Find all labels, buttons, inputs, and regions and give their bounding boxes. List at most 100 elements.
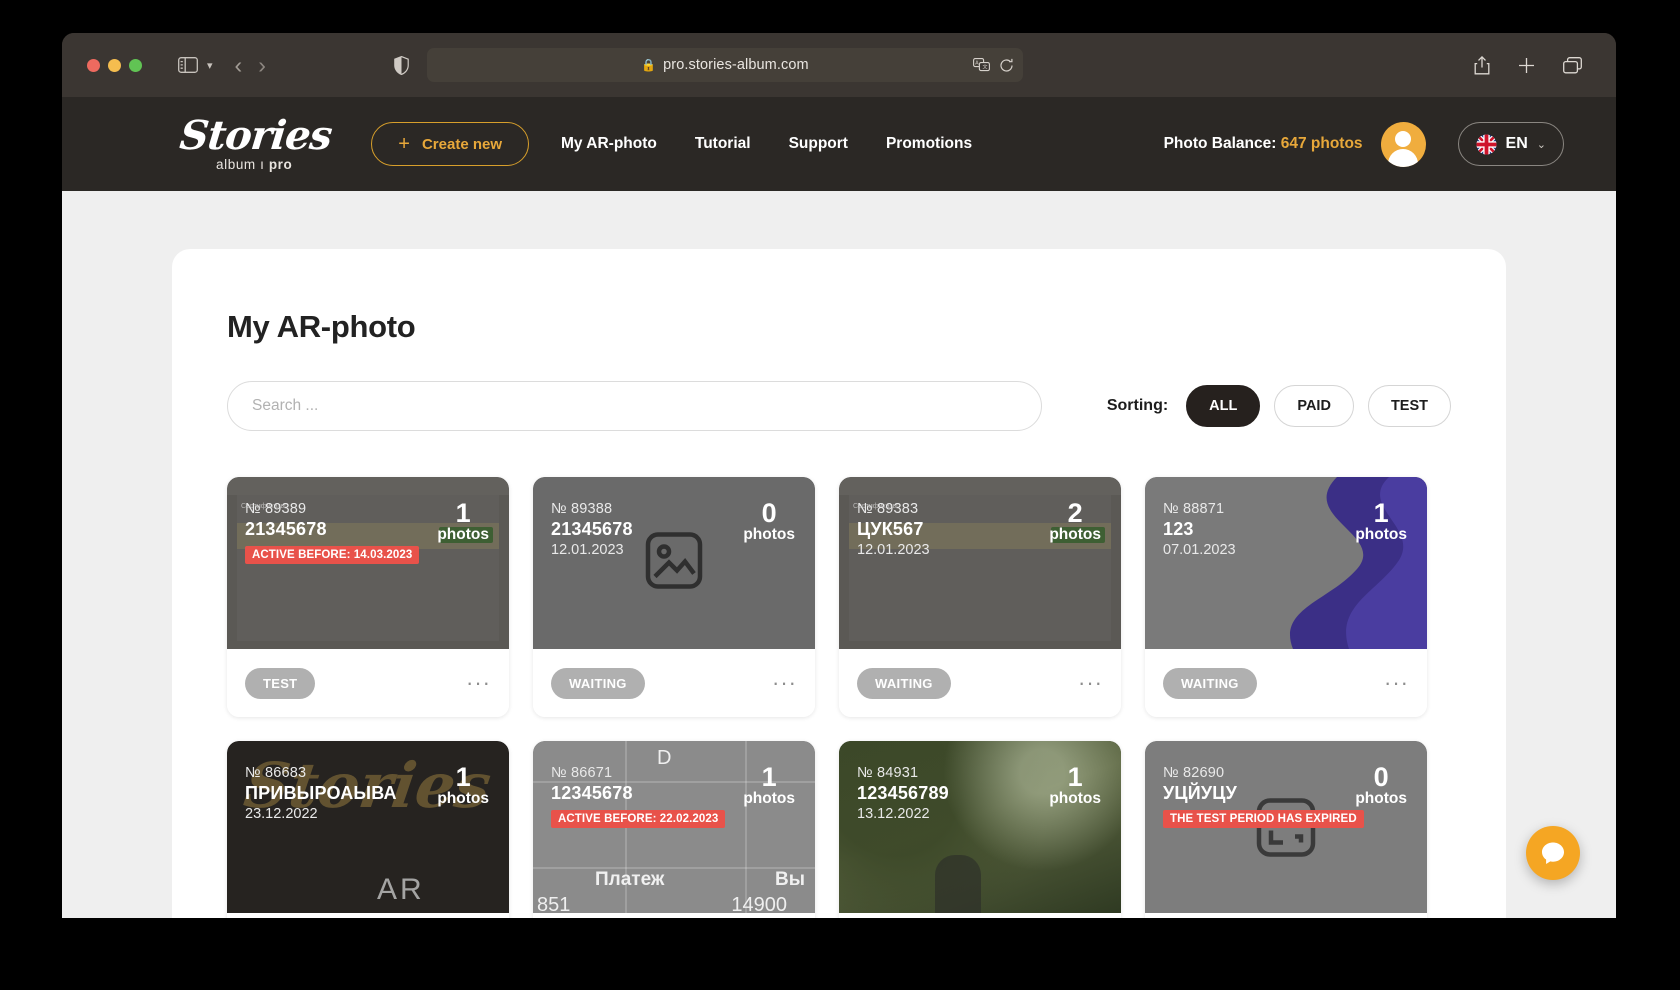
sort-filter-test[interactable]: TEST [1367,385,1451,427]
card-photo-count: 1 photos [1355,499,1407,544]
card-menu-button[interactable]: ··· [466,672,491,694]
card-count-word: photos [1049,526,1101,544]
card-count-word: photos [437,526,489,544]
header-right-group: Photo Balance: 647 photos EN ⌄ [1164,121,1564,167]
card-footer: ··· [1145,913,1427,918]
card-date: 23.12.2022 [245,806,318,822]
ar-photo-card[interactable]: № 82690 УЦЙУЦУ THE TEST PERIOD HAS EXPIR… [1145,741,1427,918]
card-menu-button[interactable]: ··· [772,672,797,694]
doc-number-1: 851 [537,894,571,913]
card-number: № 88871 [1163,501,1225,517]
photo-balance: Photo Balance: 647 photos [1164,135,1363,153]
sidebar-toggle-icon[interactable] [178,57,198,73]
controls-row: Sorting: ALL PAID TEST [227,381,1451,431]
language-selector[interactable]: EN ⌄ [1457,122,1564,166]
close-window-button[interactable] [87,58,100,72]
card-photo-count: 1 photos [1049,763,1101,808]
language-label: EN [1505,135,1528,152]
card-thumbnail: № 88871 123 07.01.2023 1 photos [1145,477,1427,649]
address-bar[interactable]: 🔒 pro.stories-album.com A 文 [426,48,1023,82]
card-count-number: 2 [1067,498,1083,528]
ar-photo-card[interactable]: № 84931 123456789 13.12.2022 1 photos ··… [839,741,1121,918]
privacy-shield-icon[interactable] [394,55,409,75]
status-badge: WAITING [551,667,645,699]
intercom-launcher-button[interactable] [1526,826,1580,880]
zoom-window-button[interactable] [129,58,142,72]
card-footer: ··· [839,913,1121,918]
nav-item-tutorial[interactable]: Tutorial [695,135,751,153]
card-number: № 89383 [857,501,919,517]
ar-photo-card[interactable]: № 88871 123 07.01.2023 1 photos WAITING … [1145,477,1427,717]
nav-item-support[interactable]: Support [789,135,848,153]
page-body: My AR-photo Sorting: ALL PAID TEST [62,191,1616,918]
logo-wordmark: Stories [177,111,334,159]
card-date: 07.01.2023 [1163,542,1236,558]
nav-item-my-ar-photo[interactable]: My AR-photo [561,135,657,153]
card-photo-count: 0 photos [743,499,795,544]
card-thumbnail: D Платеж Вы 851 14900 № 86671 12345678 A… [533,741,815,913]
card-menu-button[interactable]: ··· [1078,672,1103,694]
card-count-number: 1 [1067,762,1083,792]
sorting-label: Sorting: [1106,397,1169,414]
tab-overview-icon[interactable] [1563,56,1582,74]
card-number: № 86671 [551,765,613,781]
card-number: № 84931 [857,765,919,781]
site-logo[interactable]: Stories album ı pro [177,111,334,172]
chevron-down-icon: ⌄ [1536,138,1546,151]
sort-filter-all[interactable]: ALL [1186,385,1261,427]
card-footer: WAITING ··· [533,649,815,717]
url-display: 🔒 pro.stories-album.com [641,57,809,73]
card-meta: № 86683 ПРИВЫРОАЫВА 23.12.2022 [245,765,397,822]
card-menu-button[interactable]: ··· [1384,672,1409,694]
share-icon[interactable] [1474,55,1490,75]
card-number: № 89389 [245,501,307,517]
ar-photo-card[interactable]: № 89388 21345678 12.01.2023 0 photos WAI… [533,477,815,717]
new-tab-button[interactable] [1518,57,1535,74]
card-count-word: photos [743,526,795,544]
ar-photo-card[interactable]: D Платеж Вы 851 14900 № 86671 12345678 A… [533,741,815,918]
create-new-button[interactable]: + Create new [371,122,530,166]
card-photo-count: 1 photos [437,499,489,544]
card-thumbnail: № 82690 УЦЙУЦУ THE TEST PERIOD HAS EXPIR… [1145,741,1427,913]
card-name: ЦУК567 [857,519,924,539]
reload-icon[interactable] [999,58,1014,73]
main-nav: My AR-photo Tutorial Support Promotions [561,135,972,153]
forward-arrow-icon[interactable]: › [258,53,266,77]
doc-number-2: 14900 [731,894,787,913]
image-placeholder-icon [644,531,704,596]
minimize-window-button[interactable] [108,58,121,72]
sorting-group: Sorting: ALL PAID TEST [1107,385,1451,427]
card-number: № 82690 [1163,765,1225,781]
ar-photo-card[interactable]: Stories AR № 86683 ПРИВЫРОАЫВА 23.12.202… [227,741,509,918]
nav-item-promotions[interactable]: Promotions [886,135,972,153]
plus-icon: + [398,133,410,155]
card-thumbnail: № 84931 123456789 13.12.2022 1 photos [839,741,1121,913]
chevron-down-icon[interactable]: ▾ [207,59,213,72]
card-meta: № 89383 ЦУК567 12.01.2023 [857,501,930,558]
sort-filter-paid[interactable]: PAID [1274,385,1354,427]
card-meta: № 86671 12345678 ACTIVE BEFORE: 22.02.20… [551,765,726,828]
card-meta: № 82690 УЦЙУЦУ THE TEST PERIOD HAS EXPIR… [1163,765,1364,828]
window-controls[interactable] [87,58,142,72]
url-text: pro.stories-album.com [663,57,809,73]
back-arrow-icon[interactable]: ‹ [235,53,243,77]
page-title: My AR-photo [227,309,416,344]
photo-balance-value: 647 photos [1280,135,1363,152]
svg-text:文: 文 [982,64,987,71]
card-meta: № 88871 123 07.01.2023 [1163,501,1236,558]
search-input[interactable] [227,381,1042,431]
status-badge: WAITING [857,667,951,699]
card-footer: WAITING ··· [1145,649,1427,717]
ar-photo-card[interactable]: Сертификаты № 89389 21345678 ACTIVE BEFO… [227,477,509,717]
avatar[interactable] [1380,121,1426,167]
card-number: № 89388 [551,501,613,517]
doc-word-1: Платеж [595,869,665,890]
card-meta: № 89389 21345678 ACTIVE BEFORE: 14.03.20… [245,501,420,564]
ar-photo-card[interactable]: Сертификаты № 89383 ЦУК567 12.01.2023 2 … [839,477,1121,717]
card-date: 12.01.2023 [857,542,930,558]
card-photo-count: 0 photos [1355,763,1407,808]
card-count-number: 0 [1373,762,1389,792]
site-header: Stories album ı pro + Create new My AR-p… [62,97,1616,191]
card-count-number: 1 [761,762,777,792]
translate-icon[interactable]: A 文 [972,58,990,72]
